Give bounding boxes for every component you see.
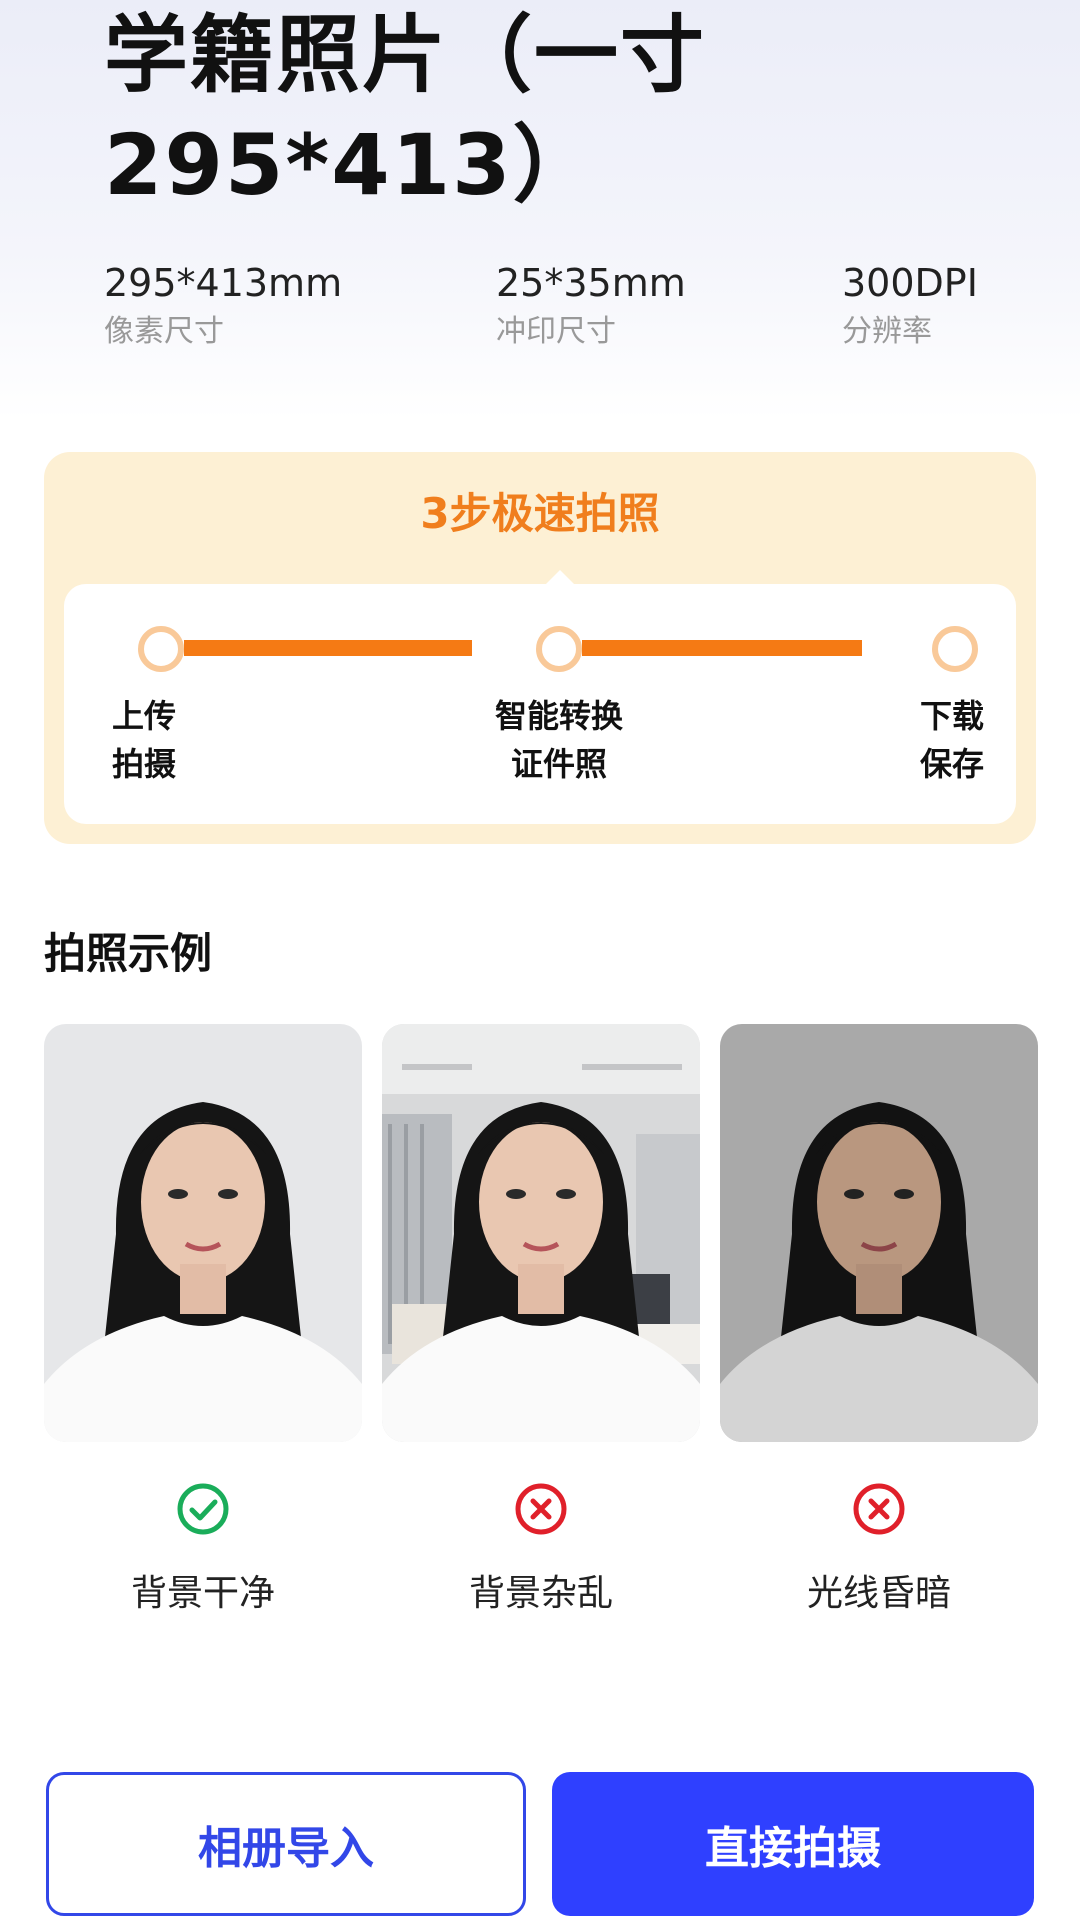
- step-dot-2: [536, 626, 582, 672]
- x-icon: [515, 1483, 567, 1535]
- spec-value: 300DPI: [842, 261, 978, 305]
- page-title-line1: 学籍照片（一寸: [104, 6, 707, 104]
- progress-track-2: [582, 640, 862, 656]
- step-label-download: 下载 保存: [920, 697, 985, 783]
- x-icon: [853, 1483, 905, 1535]
- page-title-line2: 295*413）: [104, 116, 599, 214]
- spec-value: 295*413mm: [104, 261, 343, 305]
- step-label-upload: 上传 拍摄: [112, 697, 177, 783]
- spec-row: 295*413mm 像素尺寸 25*35mm 冲印尺寸 300DPI 分辨率: [0, 258, 1080, 368]
- example-card-cluttered: 背景杂乱: [382, 1024, 700, 1614]
- spec-label: 冲印尺寸: [496, 314, 616, 349]
- spec-label: 像素尺寸: [104, 314, 224, 349]
- spec-pixel-size: 295*413mm 像素尺寸: [104, 258, 342, 352]
- steps-card: 3步极速拍照 上传 拍摄 智能转换 证件照 下载 保存: [44, 452, 1036, 844]
- spec-label: 分辨率: [842, 314, 932, 349]
- album-import-button[interactable]: 相册导入: [46, 1772, 526, 1916]
- steps-panel: 上传 拍摄 智能转换 证件照 下载 保存: [64, 584, 1016, 824]
- example-photo-dim: [720, 1024, 1038, 1442]
- step-dot-3: [932, 626, 978, 672]
- example-caption: 光线昏暗: [806, 1573, 951, 1614]
- step-label-convert: 智能转换 证件照: [494, 697, 623, 783]
- progress-track-1: [184, 640, 472, 656]
- example-photo-clean: [44, 1024, 362, 1442]
- take-photo-button[interactable]: 直接拍摄: [552, 1772, 1034, 1916]
- spec-print-size: 25*35mm 冲印尺寸: [496, 258, 686, 352]
- page-title: 学籍照片（一寸 295*413）: [104, 0, 904, 220]
- example-card-dim: 光线昏暗: [720, 1024, 1038, 1614]
- step-dot-1: [138, 626, 184, 672]
- example-photo-cluttered: [382, 1024, 700, 1442]
- steps-title: 3步极速拍照: [420, 489, 660, 538]
- spec-value: 25*35mm: [496, 261, 686, 305]
- example-caption: 背景干净: [130, 1573, 275, 1614]
- check-icon: [177, 1483, 229, 1535]
- examples-title: 拍照示例: [44, 929, 213, 978]
- example-card-clean: 背景干净: [44, 1024, 362, 1614]
- example-caption: 背景杂乱: [468, 1573, 613, 1614]
- spec-resolution: 300DPI 分辨率: [842, 258, 978, 352]
